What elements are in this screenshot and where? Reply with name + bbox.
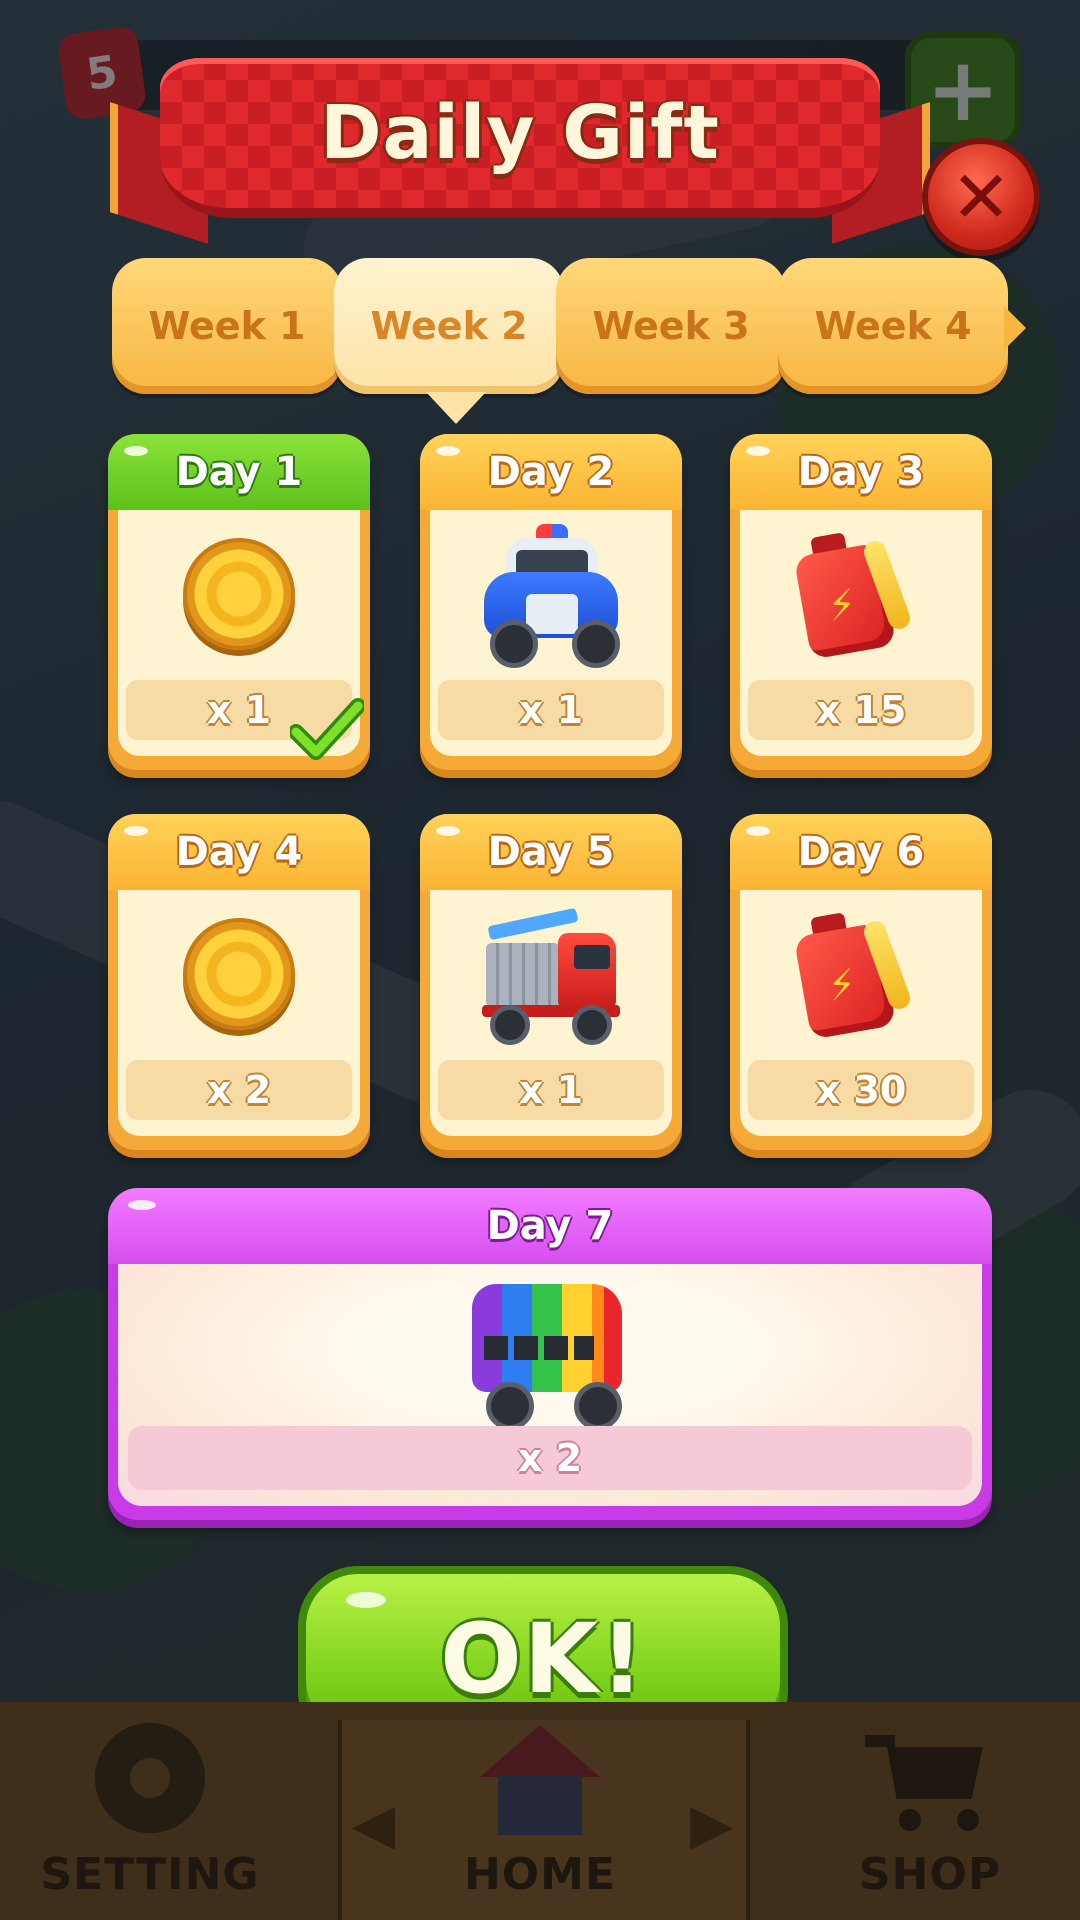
title-banner: Daily Gift xyxy=(110,48,930,244)
police-car-icon xyxy=(476,524,626,668)
reward-quantity: x 1 xyxy=(518,688,584,732)
close-button[interactable]: ✕ xyxy=(922,138,1040,256)
tab-week-3[interactable]: Week 3 xyxy=(556,258,804,394)
nav-home[interactable]: HOME xyxy=(420,1702,660,1920)
reward-quantity: x 2 xyxy=(206,1068,272,1112)
arrow-right-icon[interactable]: ▶ xyxy=(690,1792,733,1857)
checkmark-icon xyxy=(290,698,364,760)
fire-truck-icon xyxy=(476,907,626,1045)
cart-icon xyxy=(865,1725,995,1835)
day-label: Day 5 xyxy=(487,829,615,875)
day-card-7[interactable]: Day 7 x 2 xyxy=(108,1188,992,1520)
reward-quantity: x 30 xyxy=(815,1068,907,1112)
day-card-1[interactable]: Day 1 x 1 xyxy=(108,434,370,770)
day-card-3[interactable]: Day 3 ⚡ x 15 xyxy=(730,434,992,770)
fuel-can-icon: ⚡ xyxy=(793,529,926,660)
day-label: Day 7 xyxy=(486,1203,614,1249)
day-card-6[interactable]: Day 6 ⚡ x 30 xyxy=(730,814,992,1150)
rainbow-bus-icon xyxy=(470,1278,630,1430)
tab-week-2[interactable]: Week 2 xyxy=(334,258,582,424)
nav-setting[interactable]: SETTING xyxy=(40,1702,260,1920)
reward-quantity: x 1 xyxy=(518,1068,584,1112)
ok-button-label: OK! xyxy=(440,1603,646,1715)
reward-quantity: x 2 xyxy=(517,1436,583,1480)
tab-week-4[interactable]: Week 4 xyxy=(778,258,1026,394)
close-icon: ✕ xyxy=(950,155,1012,239)
coin-icon xyxy=(183,538,295,650)
day-label: Day 3 xyxy=(797,449,925,495)
day-card-4[interactable]: Day 4 x 2 xyxy=(108,814,370,1150)
day-label: Day 6 xyxy=(797,829,925,875)
fuel-can-icon: ⚡ xyxy=(793,909,926,1040)
reward-quantity: x 15 xyxy=(815,688,907,732)
tab-week-1[interactable]: Week 1 xyxy=(112,258,360,394)
home-icon xyxy=(480,1725,600,1835)
reward-quantity: x 1 xyxy=(206,688,272,732)
coin-icon xyxy=(183,918,295,1030)
bottom-nav: ◀ ▶ SETTING HOME SHOP xyxy=(0,1702,1080,1920)
arrow-left-icon[interactable]: ◀ xyxy=(352,1792,395,1857)
day-card-5[interactable]: Day 5 x 1 xyxy=(420,814,682,1150)
dialog-title: Daily Gift xyxy=(320,90,720,176)
day-card-2[interactable]: Day 2 x 1 xyxy=(420,434,682,770)
day-label: Day 1 xyxy=(175,449,303,495)
day-label: Day 2 xyxy=(487,449,615,495)
week-tabs: Week 1 Week 2 Week 3 Week 4 xyxy=(112,258,1026,424)
nav-shop[interactable]: SHOP xyxy=(820,1702,1040,1920)
gear-icon xyxy=(95,1723,205,1833)
day-label: Day 4 xyxy=(175,829,303,875)
